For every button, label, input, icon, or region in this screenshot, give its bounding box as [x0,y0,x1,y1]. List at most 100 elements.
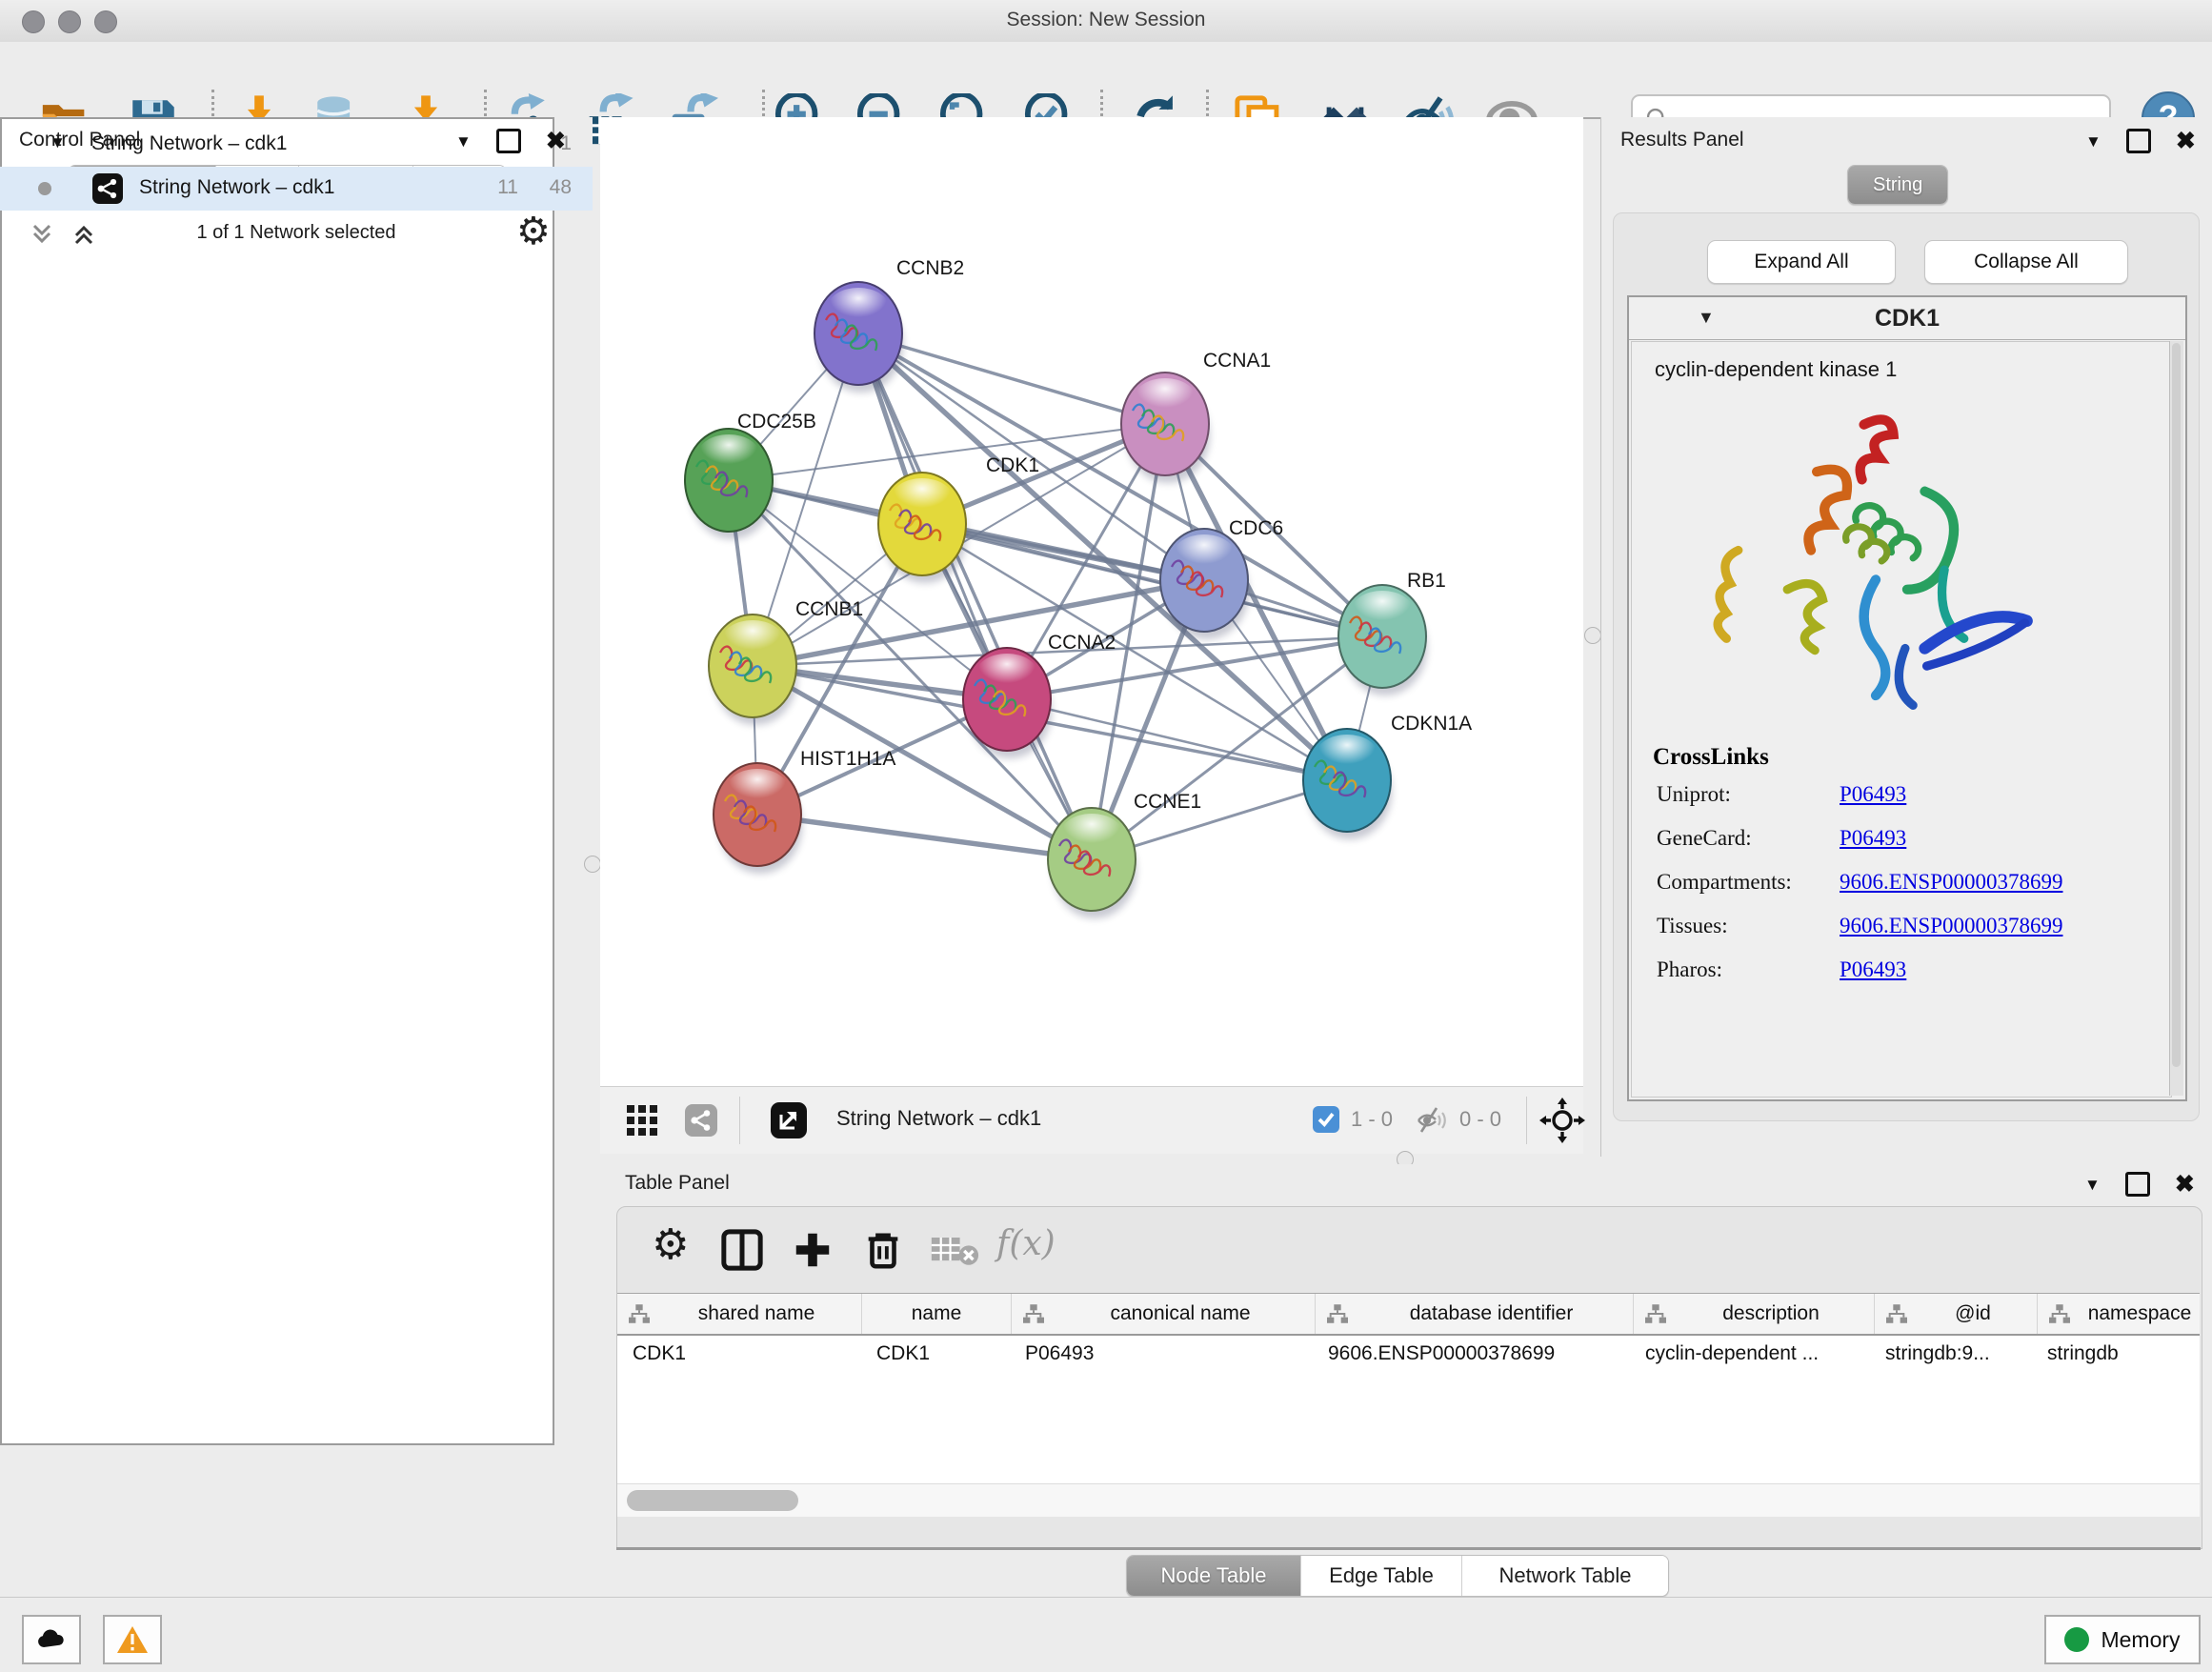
network-share-icon[interactable] [684,1103,718,1138]
window-minimize-button[interactable] [58,10,81,33]
tab-edge-table[interactable]: Edge Table [1301,1556,1462,1596]
open-in-new-window-icon[interactable] [770,1101,808,1139]
column-header-label: @id [1909,1302,2037,1325]
table-card: ⚙ f(x) shared namenamecanonical namedata… [616,1206,2202,1549]
tab-string[interactable]: String [1848,166,1947,204]
delete-column-trash-icon[interactable] [861,1228,905,1272]
edge-HIST1H1A-CCNE1[interactable] [757,815,1092,859]
view-toolbar-separator [1526,1097,1527,1144]
crosslink-link[interactable]: P06493 [1840,826,1906,851]
create-column-plus-icon[interactable] [791,1228,835,1272]
cell-name[interactable]: CDK1 [861,1334,1010,1374]
panel-menu-icon[interactable]: ▼ [2084,1177,2101,1193]
crosslink-link[interactable]: 9606.ENSP00000378699 [1840,870,2063,895]
node-table[interactable]: shared namenamecanonical name database id… [617,1293,2200,1517]
node-label-CCNB1: CCNB1 [795,598,863,620]
left-splitter-handle[interactable] [584,856,601,873]
table-panel-title: Table Panel [625,1172,730,1195]
crosslink-label: GeneCard: [1657,826,1752,851]
column-header-description[interactable]: description [1634,1294,1875,1334]
table-panel-window-controls: ▼ ✖ [2084,1172,2195,1197]
node-result-header[interactable]: ▼ CDK1 [1629,297,2185,340]
cell-namespace[interactable]: stringdb [2032,1334,2200,1374]
crosslink-link[interactable]: P06493 [1840,957,1906,982]
crosslink-link[interactable]: P06493 [1840,782,1906,807]
node-RB1[interactable] [1338,585,1427,695]
network-collection-row[interactable]: ▼ String Network – cdk1 1 [0,123,593,167]
column-header-name[interactable]: name [862,1294,1012,1334]
column-header-database-identifier[interactable]: database identifier [1316,1294,1634,1334]
status-bar: Memory [0,1597,2212,1672]
expand-all-button[interactable]: Expand All [1707,240,1896,284]
table-header-row: shared namenamecanonical name database id… [617,1294,2200,1336]
network-canvas[interactable]: CCNB2CCNA1CDC25BCDK1CDC6RB1CCNB1CCNA2CDK… [600,117,1583,1086]
column-header--id[interactable]: @id [1875,1294,2038,1334]
node-result-body: cyclin-dependent kinase 1 [1631,341,2172,1098]
edge-CCNA2-CDKN1A[interactable] [1007,699,1347,780]
node-HIST1H1A[interactable] [714,763,802,874]
cell-description[interactable]: cyclin-dependent ... [1630,1334,1870,1374]
warnings-button[interactable] [103,1615,162,1664]
node-CDC25B[interactable] [685,429,774,539]
crosslink-row: Uniprot: P06493 [1632,782,2171,826]
cell-shared-name[interactable]: CDK1 [617,1334,861,1374]
right-splitter-handle[interactable] [1584,627,1601,644]
network-edge-count: 48 [550,176,572,199]
crosslink-row: Pharos:P06493 [1632,957,2171,1001]
table-horizontal-scrollbar[interactable] [617,1483,2200,1517]
panel-float-icon[interactable] [2125,1172,2150,1197]
birds-eye-view-icon[interactable] [625,1103,659,1138]
panel-close-icon[interactable]: ✖ [2176,130,2196,153]
hidden-eye-slash-icon[interactable] [1416,1104,1452,1137]
column-header-canonical-name[interactable]: canonical name [1012,1294,1316,1334]
collection-expand-icon[interactable]: ▼ [50,134,66,151]
node-CDKN1A[interactable] [1303,729,1392,839]
cell--id[interactable]: stringdb:9... [1870,1334,2032,1374]
node-CCNA2[interactable] [963,648,1052,758]
node-CCNB2[interactable] [814,282,903,393]
selected-checkbox-icon[interactable] [1313,1106,1339,1133]
panel-menu-icon[interactable]: ▼ [2085,133,2101,150]
window-zoom-button[interactable] [94,10,117,33]
network-row-label: String Network – cdk1 [139,176,334,199]
node-label-CDC25B: CDC25B [737,411,816,433]
cell-canonical-name[interactable]: P06493 [1010,1334,1313,1374]
crosslink-label: Uniprot: [1657,782,1731,807]
current-network-indicator [38,182,51,195]
cloud-button[interactable] [22,1615,81,1664]
network-graph[interactable]: CCNB2CCNA1CDC25BCDK1CDC6RB1CCNB1CCNA2CDK… [600,117,1583,1086]
node-CDK1[interactable] [878,473,967,583]
main-toolbar: ? [0,42,2212,119]
node-CCNB1[interactable] [709,614,797,725]
column-header-label: database identifier [1350,1302,1633,1325]
network-options-gear-icon[interactable]: ⚙ [516,212,551,251]
window-close-button[interactable] [22,10,45,33]
node-label-CCNB2: CCNB2 [896,257,964,279]
node-CCNE1[interactable] [1048,808,1136,918]
tab-node-table[interactable]: Node Table [1127,1556,1301,1596]
window-title: Session: New Session [0,0,2212,40]
fit-content-crosshair-icon[interactable] [1539,1098,1585,1143]
column-header-shared-name[interactable]: shared name [617,1294,862,1334]
network-view-toolbar: String Network – cdk1 1 - 0 0 - 0 [600,1086,1583,1155]
table-options-gear-icon[interactable]: ⚙ [652,1224,689,1266]
warning-icon [116,1625,149,1654]
edge-CCNB2-CCNE1[interactable] [858,333,1092,859]
column-tree-icon [2047,1303,2072,1324]
network-row-selected[interactable]: String Network – cdk1 11 48 [0,167,593,211]
column-tree-icon [1884,1303,1909,1324]
table-row[interactable]: CDK1CDK1P064939606.ENSP00000378699cyclin… [617,1334,2200,1374]
tab-network-table[interactable]: Network Table [1462,1556,1668,1596]
view-network-title: String Network – cdk1 [836,1106,1041,1131]
results-scrollbar[interactable] [2169,341,2183,1096]
node-CCNA1[interactable] [1121,373,1210,483]
cell-database-identifier[interactable]: 9606.ENSP00000378699 [1313,1334,1630,1374]
memory-button[interactable]: Memory [2044,1615,2201,1664]
collapse-all-button[interactable]: Collapse All [1924,240,2128,284]
column-header-namespace[interactable]: namespace [2038,1294,2200,1334]
panel-float-icon[interactable] [2126,129,2151,153]
show-columns-icon[interactable] [720,1228,764,1272]
panel-close-icon[interactable]: ✖ [2175,1173,2195,1197]
control-panel: Control Panel ▼ ✖ NetworkStyleSelectSets… [0,117,593,1597]
crosslink-link[interactable]: 9606.ENSP00000378699 [1840,914,2063,938]
